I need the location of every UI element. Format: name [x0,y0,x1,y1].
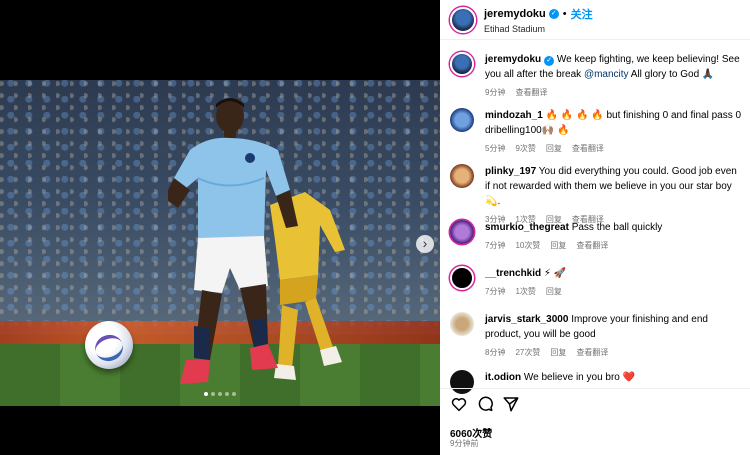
reply-button[interactable]: 回复 [550,241,566,250]
mention-link[interactable]: @mancity [584,69,629,80]
comment-username[interactable]: mindozah_1 [485,110,543,121]
see-translation-button[interactable]: 查看翻译 [572,144,604,153]
caption-username[interactable]: jeremydoku [485,54,541,65]
see-translation-button[interactable]: 查看翻译 [515,88,547,97]
caption-text-end: All glory to God 🙏🏿 [628,69,715,80]
carousel-dot[interactable] [232,392,236,396]
carousel-dot[interactable] [218,392,222,396]
author-avatar[interactable] [450,6,476,33]
comment-time[interactable]: 7分钟 [485,241,505,250]
caption: jeremydoku ✓ We keep fighting, we keep be… [450,52,745,100]
separator: • [562,7,567,20]
location-link[interactable]: Etihad Stadium [484,24,593,34]
carousel-dot[interactable] [225,392,229,396]
comment-text: We believe in you bro ❤️ [521,372,636,383]
comment-username[interactable]: jarvis_stark_3000 [485,314,568,325]
commenter-avatar[interactable] [450,266,474,290]
comment-text: Pass the ball quickly [568,222,663,233]
reply-button[interactable]: 回复 [550,348,566,357]
comment-username[interactable]: it.odion [485,372,521,383]
carousel-dot[interactable] [204,392,208,396]
author-username[interactable]: jeremydoku [484,8,546,20]
verified-badge-icon: ✓ [548,8,559,19]
comment-likes[interactable]: 9次赞 [515,144,535,153]
see-translation-button[interactable]: 查看翻译 [576,241,608,250]
comment-likes[interactable]: 27次赞 [515,348,540,357]
post-actions: 6060次赞 9分钟前 [440,388,750,455]
comment-item: smurkio_thegreat Pass the ball quickly 7… [450,220,745,253]
comment-time[interactable]: 8分钟 [485,348,505,357]
next-slide-button[interactable]: › [416,235,434,253]
comment-text: ⚡ 🚀 [541,268,567,279]
main-player [168,98,298,384]
like-heart-icon[interactable] [450,395,468,413]
see-translation-button[interactable]: 查看翻译 [576,348,608,357]
comment-username[interactable]: __trenchkid [485,268,541,279]
comment-bubble-icon[interactable] [476,395,494,413]
commenter-avatar[interactable] [450,164,474,188]
comment-time[interactable]: 7分钟 [485,287,505,296]
commenter-avatar[interactable] [450,220,474,244]
comment-item: plinky_197 You did everything you could.… [450,164,745,227]
carousel-dot[interactable] [211,392,215,396]
caption-time[interactable]: 9分钟 [485,88,505,97]
comment-item: __trenchkid ⚡ 🚀 7分钟 1次赞 回复 [450,266,745,299]
comment-item: jarvis_stark_3000 Improve your finishing… [450,312,745,360]
comment-likes[interactable]: 1次赞 [515,287,535,296]
post-time[interactable]: 9分钟前 [450,438,478,449]
commenter-avatar[interactable] [450,108,474,132]
reply-button[interactable]: 回复 [546,144,562,153]
commenter-avatar[interactable] [450,312,474,336]
comment-time[interactable]: 5分钟 [485,144,505,153]
post-panel: jeremydoku ✓ • 关注 Etihad Stadium jeremyd… [440,0,750,455]
share-send-icon[interactable] [502,395,520,413]
post-photo [0,80,440,406]
football [85,321,133,369]
carousel-dots [0,392,440,396]
comment-username[interactable]: plinky_197 [485,166,536,177]
caption-avatar[interactable] [450,52,474,76]
follow-button[interactable]: 关注 [571,6,593,22]
post-header: jeremydoku ✓ • 关注 Etihad Stadium [440,0,750,40]
verified-badge-icon: ✓ [544,56,555,66]
media-viewer: › [0,0,440,455]
reply-button[interactable]: 回复 [546,287,562,296]
comment-likes[interactable]: 10次赞 [515,241,540,250]
comment-username[interactable]: smurkio_thegreat [485,222,569,233]
comment-item: mindozah_1 🔥 🔥 🔥 🔥 but finishing 0 and f… [450,108,745,156]
